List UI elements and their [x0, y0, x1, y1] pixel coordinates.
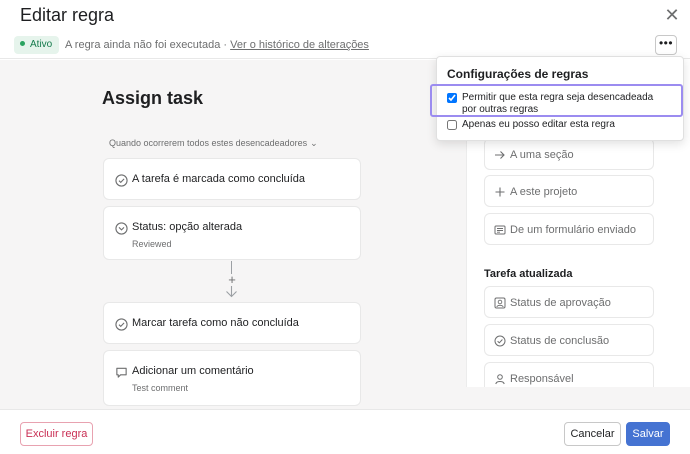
option-label: Status de aprovação: [510, 297, 611, 309]
run-status-text: A regra ainda não foi executada · Ver o …: [65, 39, 369, 51]
status-bar: Ativo A regra ainda não foi executada · …: [0, 32, 690, 59]
rule-settings-menu: Configurações de regras Permitir que est…: [436, 56, 684, 141]
option-label: Status de conclusão: [510, 335, 610, 347]
action-card[interactable]: Adicionar um comentário Test comment: [103, 350, 361, 406]
status-badge-label: Ativo: [30, 39, 53, 50]
option-label: A este projeto: [510, 186, 578, 198]
option-label: Permitir que esta regra seja desencadead…: [462, 92, 654, 115]
comment-icon: [116, 367, 127, 378]
chevron-down-icon: ⌄: [310, 138, 318, 148]
option-label: De um formulário enviado: [510, 224, 636, 236]
option-completion-status[interactable]: Status de conclusão: [484, 324, 654, 356]
section-title: Tarefa atualizada: [484, 268, 573, 280]
option-label: A uma seção: [510, 149, 574, 161]
menu-title: Configurações de regras: [447, 67, 589, 81]
trigger-mode-label: Quando ocorrerem todos estes desencadead…: [109, 138, 308, 148]
option-to-project[interactable]: A este projeto: [484, 175, 654, 207]
active-dot-icon: [20, 41, 25, 46]
arrow-down-icon: [226, 286, 237, 298]
option-form-submitted[interactable]: De um formulário enviado: [484, 213, 654, 245]
plus-icon: [495, 187, 505, 197]
status-badge: Ativo: [14, 36, 60, 54]
option-to-section[interactable]: A uma seção: [484, 138, 654, 170]
only-me-edit-option[interactable]: Apenas eu posso editar esta regra: [447, 119, 662, 131]
dialog-title: Editar regra: [20, 5, 115, 25]
option-approval-status[interactable]: Status de aprovação: [484, 286, 654, 318]
action-label: Marcar tarefa como não concluída: [132, 317, 299, 329]
chevron-circle-icon: [115, 222, 128, 235]
dialog-header: Editar regra ✕: [0, 0, 690, 32]
form-icon: [494, 225, 506, 235]
action-value: Test comment: [132, 383, 189, 393]
history-link[interactable]: Ver o histórico de alterações: [230, 39, 369, 51]
check-circle-icon: [494, 335, 506, 347]
option-label: Apenas eu posso editar esta regra: [462, 119, 615, 130]
check-circle-icon: [115, 174, 128, 187]
trigger-label: A tarefa é marcada como concluída: [132, 173, 306, 185]
person-icon: [495, 374, 505, 385]
allow-triggered-by-rules-option[interactable]: Permitir que esta regra seja desencadead…: [447, 92, 662, 116]
trigger-mode-select[interactable]: Quando ocorrerem todos estes desencadead…: [109, 138, 318, 149]
check-circle-icon: [115, 318, 128, 331]
action-label: Adicionar um comentário: [132, 365, 254, 377]
dialog-footer: Excluir regra Cancelar Salvar: [0, 409, 690, 454]
trigger-card[interactable]: A tarefa é marcada como concluída: [103, 158, 361, 200]
more-options-button[interactable]: •••: [655, 35, 677, 55]
option-assignee[interactable]: Responsável: [484, 362, 654, 387]
trigger-card[interactable]: Status: opção alterada Reviewed: [103, 206, 361, 260]
run-status-label: A regra ainda não foi executada ·: [65, 39, 231, 51]
save-button[interactable]: Salvar: [626, 422, 670, 446]
approval-icon: [494, 297, 506, 309]
action-card[interactable]: Marcar tarefa como não concluída: [103, 302, 361, 344]
option-label: Responsável: [510, 373, 574, 385]
trigger-value: Reviewed: [132, 239, 172, 249]
close-icon[interactable]: ✕: [663, 6, 681, 24]
delete-rule-button[interactable]: Excluir regra: [20, 422, 93, 446]
trigger-label: Status: opção alterada: [132, 221, 243, 233]
only-me-edit-checkbox[interactable]: [447, 120, 457, 130]
rule-name[interactable]: Assign task: [102, 88, 203, 109]
allow-triggered-checkbox[interactable]: [447, 93, 457, 103]
add-step-icon[interactable]: +: [226, 273, 238, 286]
arrow-right-icon: [495, 151, 505, 159]
cancel-button[interactable]: Cancelar: [564, 422, 621, 446]
